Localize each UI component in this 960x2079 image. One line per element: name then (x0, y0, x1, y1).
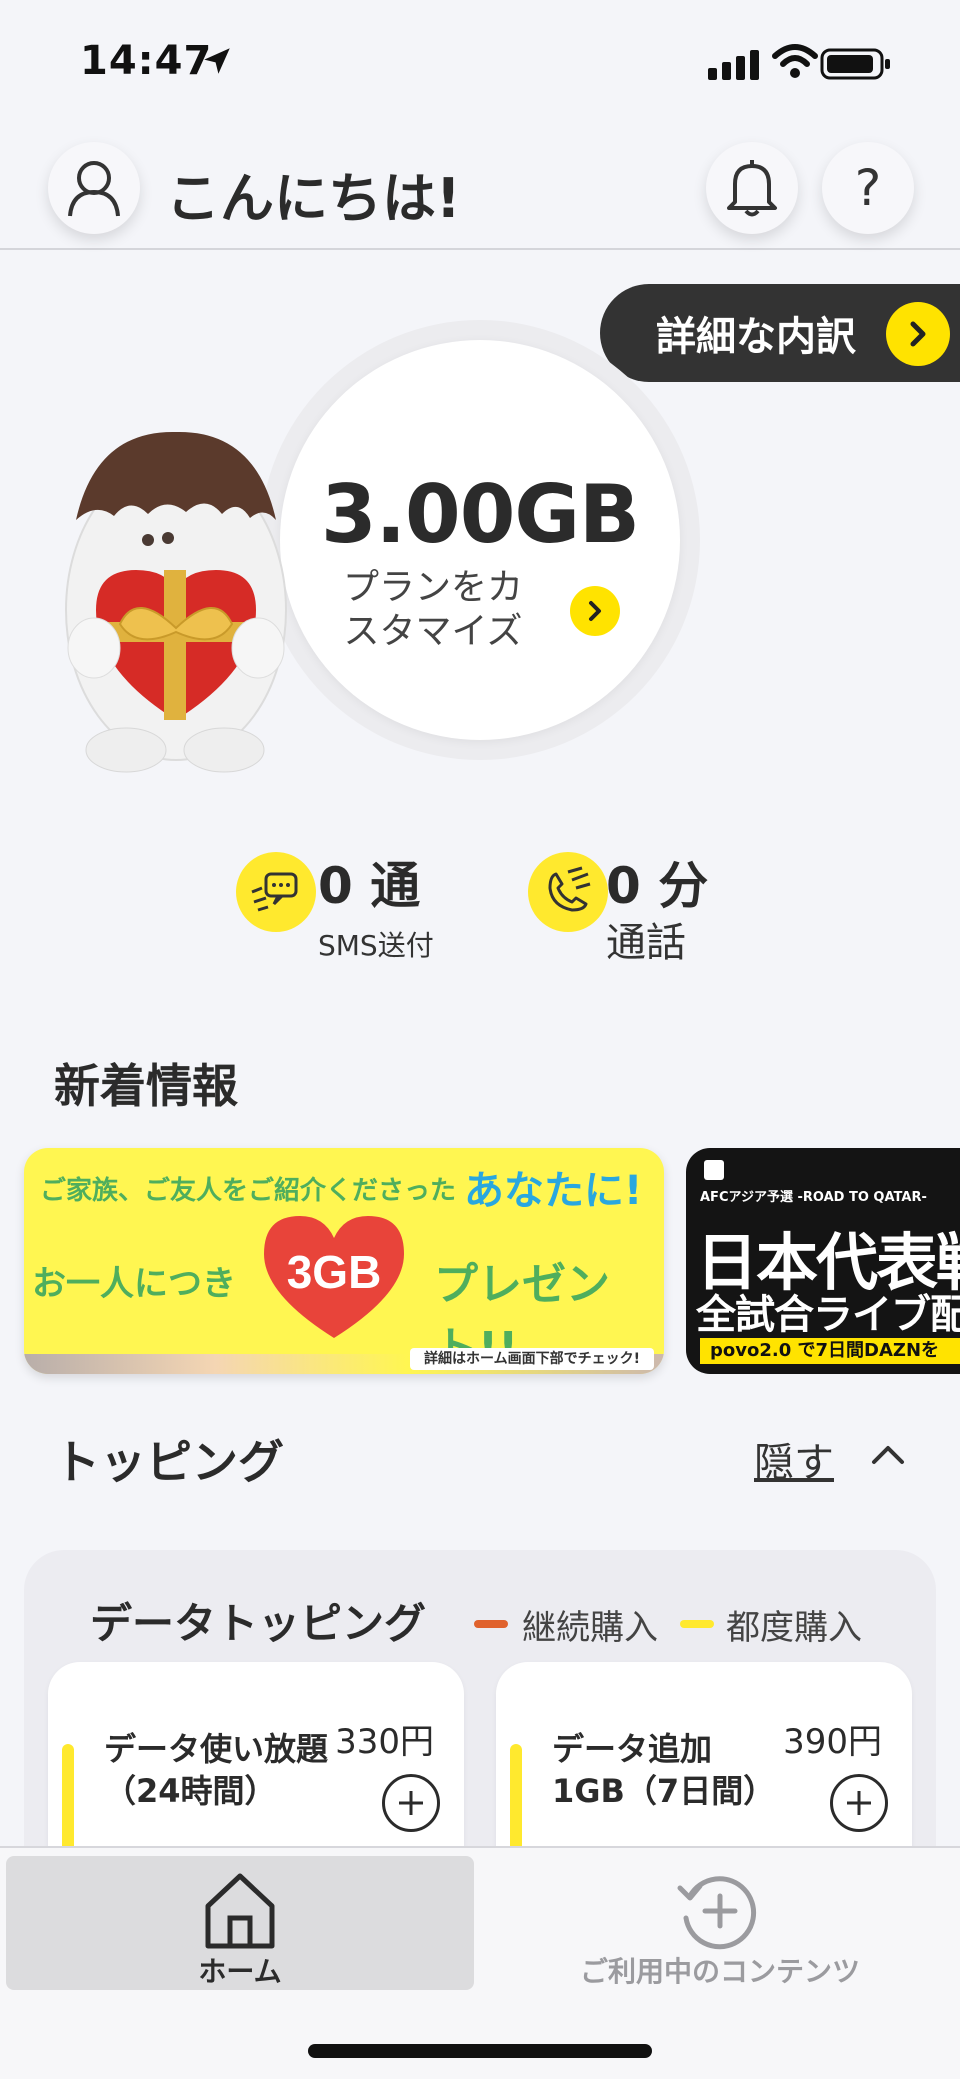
chevron-up-icon[interactable] (868, 1440, 908, 1470)
customize-plan-link[interactable]: プランをカスタマイズ (338, 566, 528, 654)
home-indicator (308, 2044, 652, 2058)
status-time: 14:47 (80, 38, 213, 84)
banner-text: お一人につき (32, 1264, 236, 1304)
add-topping-button[interactable] (382, 1774, 440, 1832)
topping-section-title: トッピング (54, 1435, 284, 1489)
greeting-text: こんにちは! (166, 167, 461, 230)
help-button[interactable]: ? (822, 142, 914, 234)
plus-icon (399, 1791, 423, 1815)
call-minutes: 0 分 (606, 857, 709, 915)
nav-home-label: ホーム (198, 1955, 282, 1988)
referral-banner[interactable]: ご家族、ご友人をご紹介くださった あなたに! お一人につき 3GB プレゼント!… (24, 1148, 664, 1374)
banner-footnote: 詳細はホーム画面下部でチェック! (410, 1348, 654, 1370)
heart-icon: 3GB (264, 1216, 404, 1338)
legend-onetime-label: 都度購入 (726, 1608, 862, 1648)
sms-icon (236, 852, 316, 932)
data-balance-circle[interactable]: 3.00GB プランをカスタマイズ (280, 340, 680, 740)
sms-count: 0 通 (318, 857, 421, 915)
phone-icon (528, 852, 608, 932)
chevron-right-icon[interactable] (570, 586, 620, 636)
home-icon (205, 1873, 275, 1949)
legend-continuous-swatch (474, 1620, 508, 1628)
topping-price: 330円 (335, 1722, 434, 1762)
bell-icon (727, 160, 777, 217)
hide-toggle-link[interactable]: 隠す (754, 1430, 834, 1488)
help-icon: ? (854, 159, 882, 217)
profile-button[interactable] (48, 142, 140, 234)
svg-text:3GB: 3GB (287, 1246, 382, 1298)
call-label: 通話 (606, 920, 686, 966)
data-ring: 3.00GB プランをカスタマイズ (260, 320, 700, 760)
banner-highlight: あなたに! (464, 1168, 643, 1214)
status-bar: 14:47 (0, 0, 960, 120)
wifi-icon (772, 44, 818, 78)
notifications-button[interactable] (706, 142, 798, 234)
topping-price: 390円 (783, 1722, 882, 1762)
banner-text: AFCアジア予選 -ROAD TO QATAR- (700, 1190, 927, 1205)
location-arrow-icon (204, 48, 230, 74)
legend-continuous-label: 継続購入 (522, 1608, 658, 1648)
news-section-title: 新着情報 (54, 1059, 238, 1113)
signal-icon (708, 50, 759, 80)
banner-text: ご家族、ご友人をご紹介くださった (40, 1176, 457, 1206)
refresh-plus-icon[interactable] (672, 1866, 762, 1956)
breakdown-button[interactable]: 詳細な内訳 (600, 284, 960, 382)
sms-label: SMS送付 (318, 929, 434, 962)
plus-icon (847, 1791, 871, 1815)
data-topping-title: データトッピング (90, 1599, 427, 1648)
data-amount: 3.00GB (320, 468, 640, 561)
topping-name: データ追加1GB（7日間） (552, 1730, 776, 1810)
dazn-banner[interactable]: AFCアジア予選 -ROAD TO QATAR- 日本代表戦 全試合ライブ配信 … (686, 1148, 960, 1374)
nav-tab-home[interactable]: ホーム (6, 1856, 474, 1990)
legend-onetime-swatch (680, 1620, 714, 1628)
user-icon (68, 161, 120, 217)
banner-subheadline: 全試合ライブ配信 (696, 1292, 960, 1338)
mascot-illustration (65, 431, 287, 773)
breakdown-label: 詳細な内訳 (656, 314, 856, 360)
banner-footnote: povo2.0 で7日間DAZNを (700, 1338, 960, 1364)
afc-logo-icon (704, 1160, 724, 1180)
chevron-right-icon (886, 302, 950, 366)
topping-name: データ使い放題（24時間） (104, 1730, 329, 1810)
nav-contents-label[interactable]: ご利用中のコンテンツ (520, 1950, 920, 1990)
add-topping-button[interactable] (830, 1774, 888, 1832)
app-header: こんにちは! ? (0, 120, 960, 250)
battery-icon (820, 48, 890, 80)
bottom-navigation: ホーム ご利用中のコンテンツ (0, 1846, 960, 2079)
